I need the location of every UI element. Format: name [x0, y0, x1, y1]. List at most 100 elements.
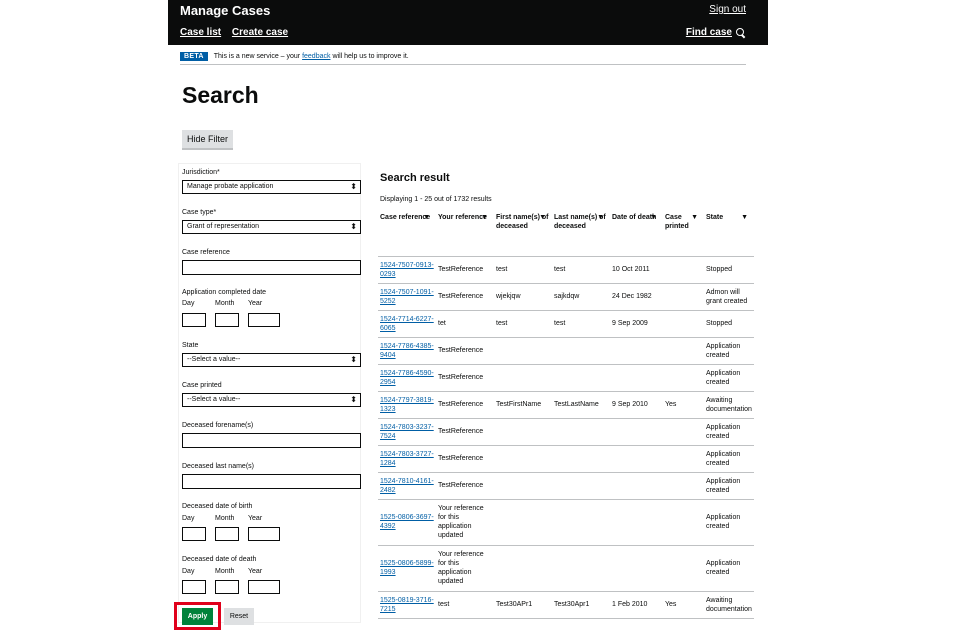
table-cell: [610, 545, 663, 592]
table-row: 1525-0806-3697-4392 Your reference for th…: [378, 499, 754, 546]
app-completed-year-label: Year: [248, 300, 263, 307]
find-case[interactable]: Find case: [686, 27, 746, 38]
select-arrow-icon: ⬍: [350, 222, 357, 231]
case-reference-link[interactable]: 1524-7810-4161-2482: [380, 478, 434, 494]
table-cell: 1525-0806-3697-4392: [378, 499, 436, 546]
search-icon[interactable]: [736, 27, 746, 38]
state-value: --Select a value--: [187, 356, 241, 363]
table-cell: Stopped: [704, 256, 754, 284]
dob-month-input[interactable]: [215, 527, 239, 541]
case-reference-link[interactable]: 1525-0806-3697-4392: [380, 514, 434, 530]
case-reference-link[interactable]: 1524-7803-3727-1284: [380, 451, 434, 467]
table-cell: Test30Apr1: [552, 591, 610, 619]
table-row: 1524-7786-4385-9404 TestReference Applicat…: [378, 337, 754, 365]
jurisdiction-select[interactable]: Manage probate application ⬍: [182, 180, 361, 194]
sort-arrow-icon[interactable]: ▼: [423, 213, 430, 222]
app-completed-day-input[interactable]: [182, 313, 206, 327]
table-cell: [663, 337, 704, 365]
case-reference-link[interactable]: 1524-7507-1091-5252: [380, 289, 434, 305]
dod-month-input[interactable]: [215, 580, 239, 594]
table-cell: [494, 545, 552, 592]
column-header-label: Your reference: [438, 214, 487, 221]
beta-tag: BETA: [180, 51, 208, 61]
reset-button[interactable]: Reset: [224, 608, 254, 625]
sort-arrow-icon[interactable]: ▼: [741, 213, 748, 222]
case-reference-input[interactable]: [182, 260, 361, 275]
table-cell: Application created: [704, 418, 754, 446]
column-header-3[interactable]: Last name(s) of deceased ▼: [552, 210, 610, 257]
hide-filter-button[interactable]: Hide Filter: [182, 130, 233, 148]
table-cell: [494, 418, 552, 446]
table-cell: test: [494, 256, 552, 284]
table-cell: 1525-0806-5899-1993: [378, 545, 436, 592]
table-cell: Your reference for this application upda…: [436, 545, 494, 592]
table-row: 1525-0806-5899-1993 Your reference for th…: [378, 545, 754, 592]
table-cell: test: [552, 310, 610, 338]
deceased-lastname-input[interactable]: [182, 474, 361, 489]
dob-day-label: Day: [182, 515, 195, 522]
table-cell: 1524-7797-3819-1323: [378, 391, 436, 419]
case-reference-link[interactable]: 1525-0819-3716-7215: [380, 597, 434, 613]
column-header-4[interactable]: Date of death ▼: [610, 210, 663, 257]
table-cell: [610, 472, 663, 500]
table-cell: 24 Dec 1982: [610, 283, 663, 311]
column-header-6[interactable]: State ▼: [704, 210, 754, 257]
column-header-0[interactable]: Case reference ▼: [378, 210, 436, 257]
find-case-link[interactable]: Find case: [686, 27, 732, 38]
table-cell: TestReference: [436, 364, 494, 392]
column-header-2[interactable]: First name(s) of deceased ▼: [494, 210, 552, 257]
nav-case-list[interactable]: Case list: [180, 27, 221, 38]
case-reference-link[interactable]: 1524-7786-4385-9404: [380, 343, 434, 359]
case-reference-link[interactable]: 1525-0806-5899-1993: [380, 560, 434, 576]
apply-button[interactable]: Apply: [182, 608, 213, 625]
feedback-link[interactable]: feedback: [302, 53, 330, 60]
table-row: 1524-7507-0913-0293 TestReference test test…: [378, 256, 754, 284]
nav-create-case[interactable]: Create case: [232, 27, 288, 38]
case-reference-link[interactable]: 1524-7797-3819-1323: [380, 397, 434, 413]
app-completed-month-label: Month: [215, 300, 235, 307]
table-cell: 10 Oct 2011: [610, 256, 663, 284]
sort-arrow-icon[interactable]: ▼: [650, 213, 657, 222]
case-reference-link[interactable]: 1524-7507-0913-0293: [380, 262, 434, 278]
sort-arrow-icon[interactable]: ▼: [691, 213, 698, 222]
table-row: 1524-7810-4161-2482 TestReference Applicat…: [378, 472, 754, 500]
table-cell: [610, 364, 663, 392]
app-completed-year-input[interactable]: [248, 313, 280, 327]
sort-arrow-icon[interactable]: ▼: [539, 213, 546, 222]
case-type-select[interactable]: Grant of representation ⬍: [182, 220, 361, 234]
table-cell: [494, 472, 552, 500]
sort-arrow-icon[interactable]: ▼: [597, 213, 604, 222]
dob-year-input[interactable]: [248, 527, 280, 541]
case-reference-link[interactable]: 1524-7714-6227-6065: [380, 316, 434, 332]
app-completed-month-input[interactable]: [215, 313, 239, 327]
table-cell: [494, 364, 552, 392]
case-printed-select[interactable]: --Select a value-- ⬍: [182, 393, 361, 407]
select-arrow-icon: ⬍: [350, 182, 357, 191]
table-cell: [552, 364, 610, 392]
table-cell: 1 Feb 2010: [610, 591, 663, 619]
table-cell: 1524-7803-3727-1284: [378, 445, 436, 473]
case-reference-link[interactable]: 1524-7786-4590-2954: [380, 370, 434, 386]
dob-day-input[interactable]: [182, 527, 206, 541]
deceased-forenames-input[interactable]: [182, 433, 361, 448]
beta-text-after: will help us to improve it.: [332, 52, 409, 60]
column-header-5[interactable]: Case printed ▼: [663, 210, 704, 257]
table-cell: 1524-7803-3237-7524: [378, 418, 436, 446]
results-header-row: Case reference ▼ Your reference ▼ First name…: [378, 210, 754, 257]
column-header-1[interactable]: Your reference ▼: [436, 210, 494, 257]
case-printed-value: --Select a value--: [187, 396, 241, 403]
table-cell: TestFirstName: [494, 391, 552, 419]
table-cell: wjekjqw: [494, 283, 552, 311]
table-cell: tet: [436, 310, 494, 338]
sign-out-link[interactable]: Sign out: [709, 4, 746, 15]
main-nav: Case list Create case: [180, 27, 296, 38]
dod-day-input[interactable]: [182, 580, 206, 594]
dob-year-label: Year: [248, 515, 263, 522]
case-reference-label: Case reference: [182, 249, 230, 256]
dod-year-label: Year: [248, 568, 263, 575]
jurisdiction-value: Manage probate application: [187, 183, 274, 190]
dod-year-input[interactable]: [248, 580, 280, 594]
sort-arrow-icon[interactable]: ▼: [481, 213, 488, 222]
case-reference-link[interactable]: 1524-7803-3237-7524: [380, 424, 434, 440]
state-select[interactable]: --Select a value-- ⬍: [182, 353, 361, 367]
